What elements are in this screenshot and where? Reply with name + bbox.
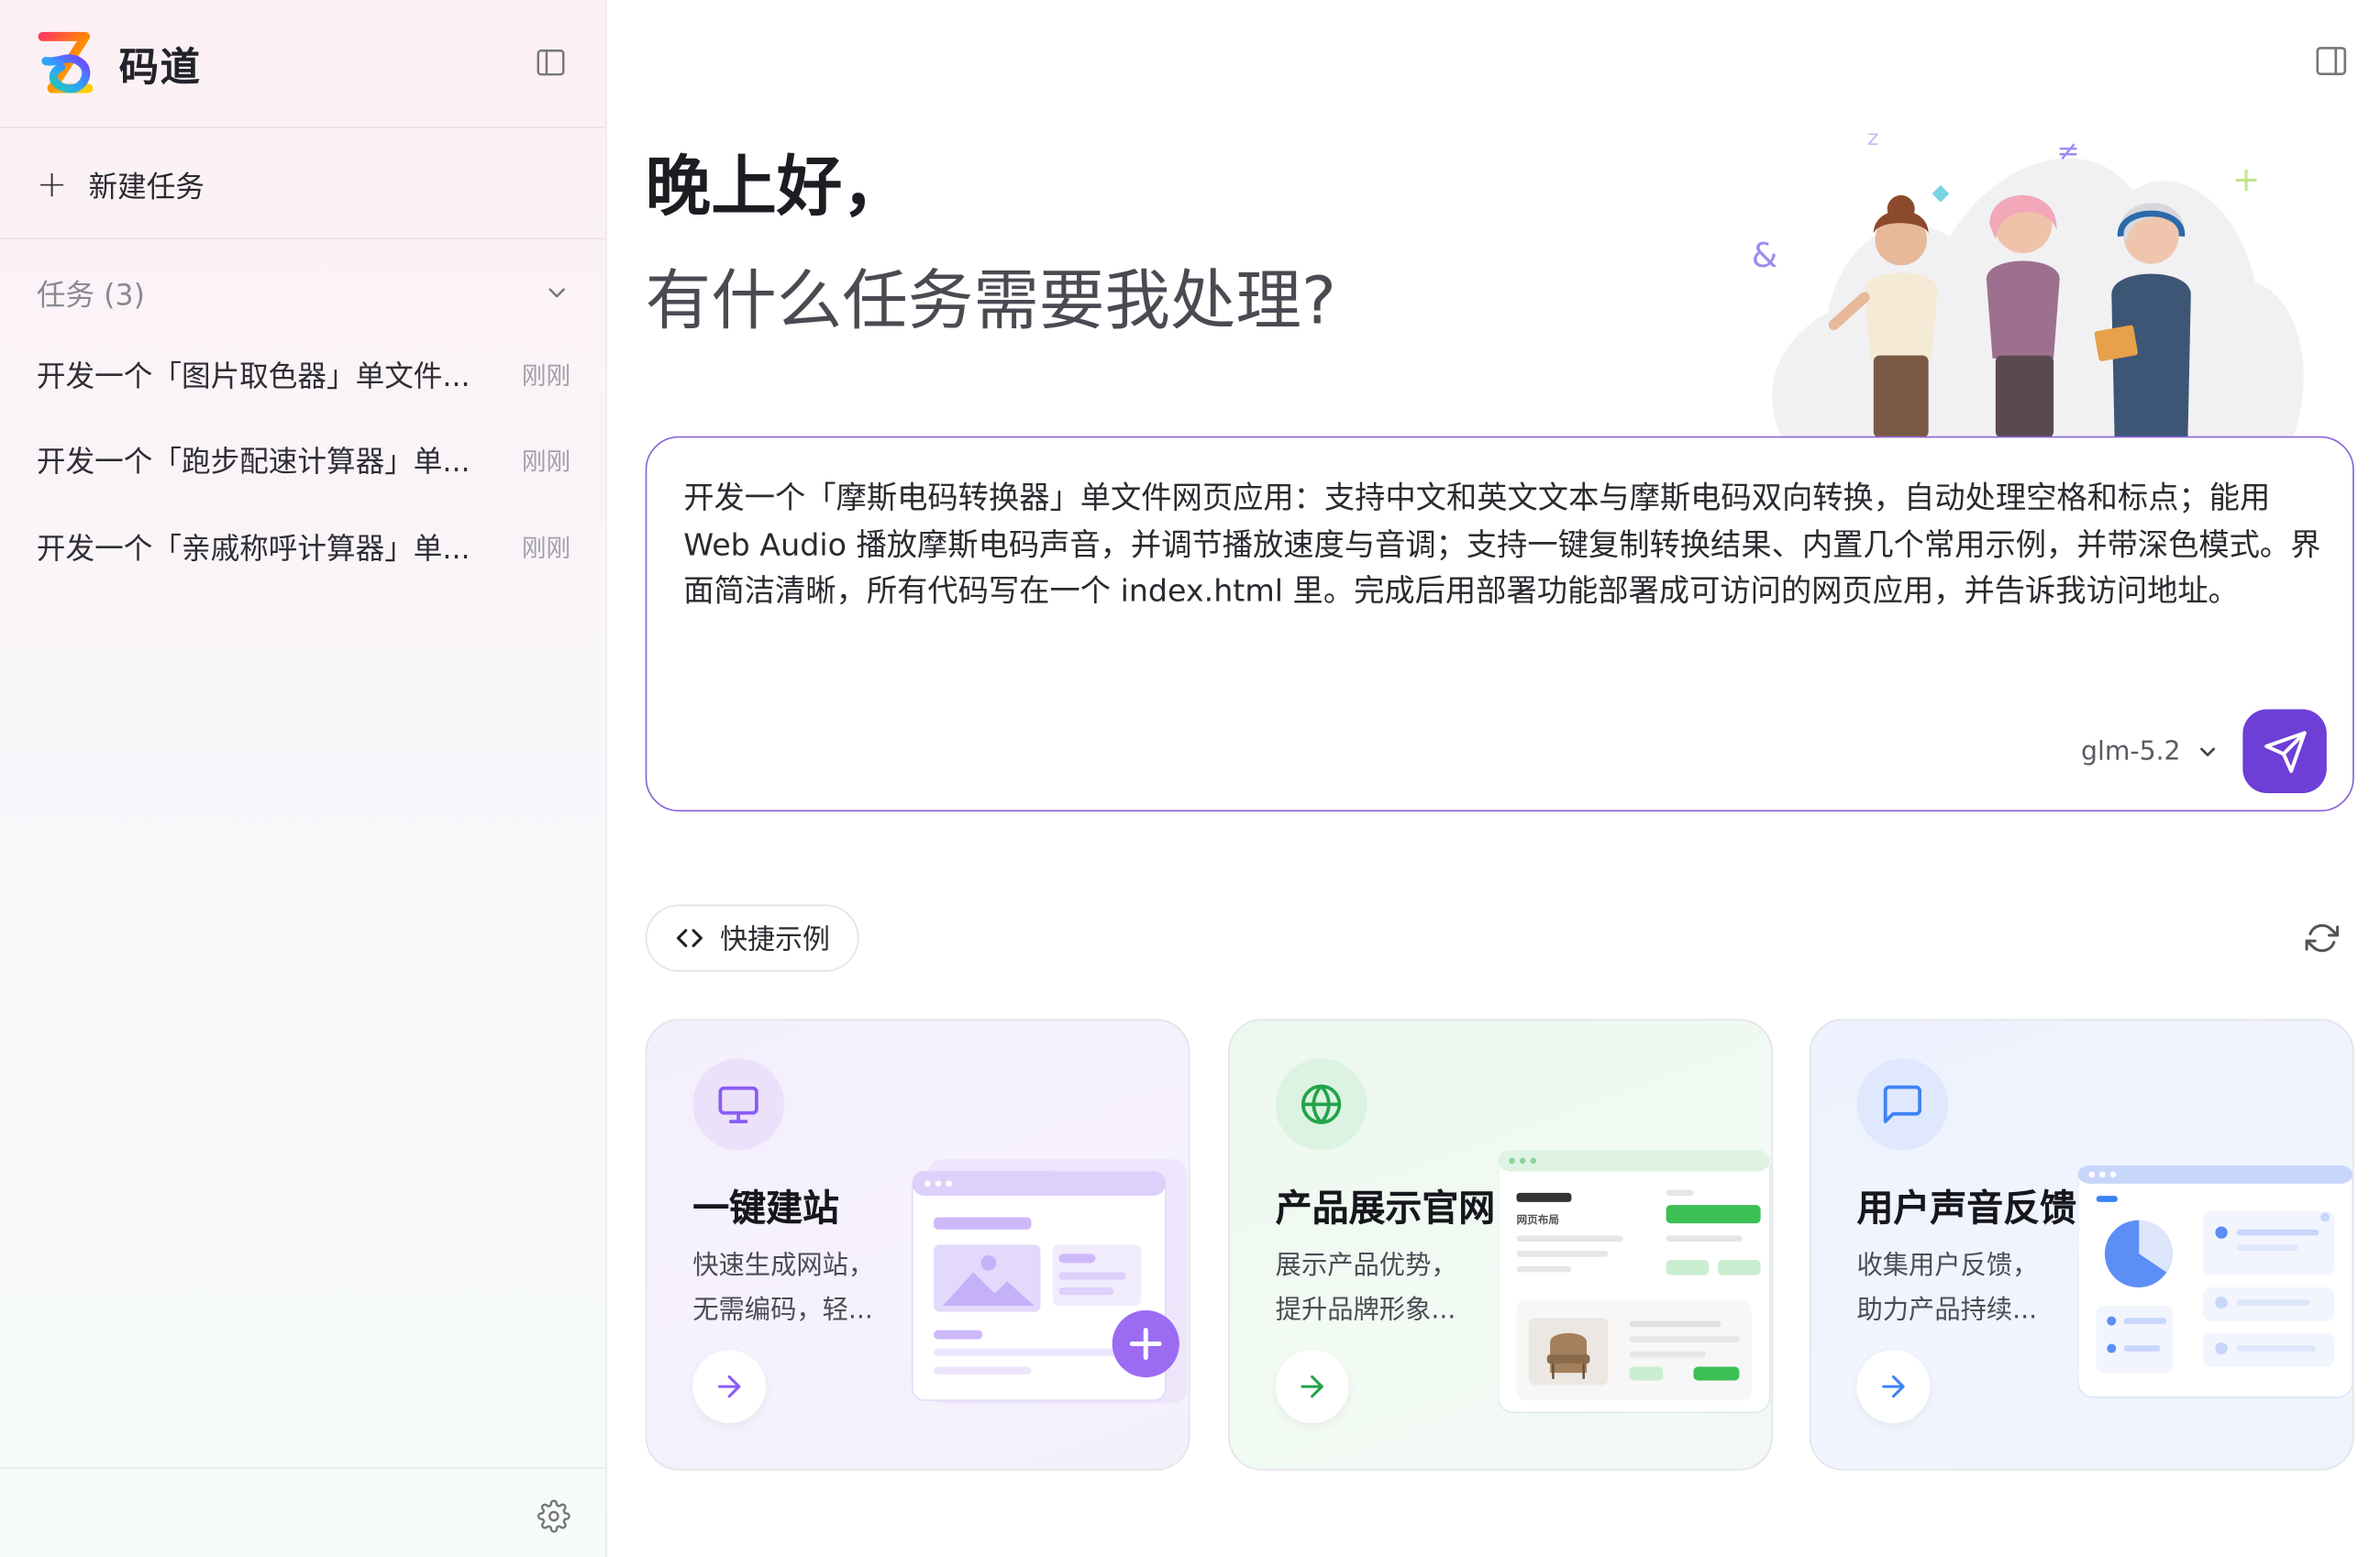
task-title: 开发一个「跑步配速计算器」单...	[36, 444, 470, 479]
card-arrow-button[interactable]	[1275, 1350, 1349, 1424]
new-task-label: 新建任务	[88, 170, 205, 204]
card-description: 展示产品优势，	[1275, 1251, 1457, 1282]
card-description: 收集用户反馈，	[1856, 1251, 2039, 1282]
card-title: 一键建站	[692, 1187, 839, 1230]
svg-text:z: z	[1867, 126, 1878, 150]
card-title: 用户声音反馈	[1856, 1187, 2077, 1230]
card-description: 提升品牌形象...	[1275, 1295, 1456, 1326]
globe-icon	[1301, 1084, 1342, 1124]
example-card-user-feedback[interactable]: 用户声音反馈 收集用户反馈， 助力产品持续...	[1809, 1019, 2354, 1471]
collapse-sidebar-icon[interactable]	[534, 46, 568, 80]
message-square-icon	[1883, 1085, 1921, 1123]
example-card-website[interactable]: 一键建站 快速生成网站， 无需编码，轻...	[645, 1019, 1190, 1471]
toggle-right-panel-icon[interactable]	[2313, 43, 2350, 80]
website-illustration	[911, 1159, 1188, 1404]
send-button[interactable]	[2242, 709, 2327, 794]
task-title: 开发一个「亲戚称呼计算器」单...	[36, 531, 470, 566]
prompt-textarea[interactable]: 开发一个「摩斯电码转换器」单文件网页应用：支持中文和英文文本与摩斯电码双向转换，…	[683, 474, 2323, 613]
task-item[interactable]: 开发一个「亲戚称呼计算器」单... 刚刚	[37, 519, 570, 574]
quick-examples-button[interactable]: 快捷示例	[645, 904, 859, 972]
divider	[0, 1467, 606, 1469]
task-time: 刚刚	[521, 534, 571, 563]
settings-icon[interactable]	[537, 1499, 571, 1533]
icon-container	[1856, 1058, 1949, 1151]
send-icon	[2264, 730, 2306, 773]
icon-container	[692, 1058, 785, 1151]
example-card-product-site[interactable]: 产品展示官网 展示产品优势， 提升品牌形象... 网页布局	[1228, 1019, 1773, 1471]
card-description: 快速生成网站，	[692, 1251, 875, 1282]
brand: 码道	[37, 30, 202, 97]
arrow-right-icon	[1882, 1375, 1905, 1398]
hero-illustration: & z ≠ +	[1752, 126, 2304, 438]
divider	[0, 127, 606, 128]
app-logo-icon	[38, 31, 94, 94]
greeting-subtitle: 有什么任务需要我处理?	[645, 263, 1336, 340]
task-item[interactable]: 开发一个「跑步配速计算器」单... 刚刚	[37, 432, 570, 487]
feedback-illustration	[2077, 1165, 2353, 1398]
card-description: 助力产品持续...	[1856, 1295, 2038, 1326]
greeting-title: 晚上好，	[645, 149, 908, 226]
prompt-input-box[interactable]: 开发一个「摩斯电码转换器」单文件网页应用：支持中文和英文文本与摩斯电码双向转换，…	[645, 436, 2354, 812]
model-selector[interactable]: glm-5.2	[2081, 734, 2220, 770]
new-task-button[interactable]: + 新建任务	[37, 161, 205, 207]
code-icon	[676, 929, 703, 947]
card-arrow-button[interactable]	[1856, 1350, 1931, 1424]
arrow-right-icon	[717, 1375, 741, 1398]
product-site-illustration: 网页布局	[1498, 1150, 1771, 1414]
tasks-header-label: 任务 (3)	[36, 278, 145, 313]
icon-container	[1275, 1058, 1367, 1151]
chevron-down-icon	[548, 288, 565, 298]
sidebar: 码道 + 新建任务 任务 (3) 开发一个「图片取色器」单文件... 刚刚 开发…	[0, 0, 608, 1557]
arrow-right-icon	[1301, 1375, 1323, 1398]
card-description: 无需编码，轻...	[692, 1295, 873, 1326]
svg-text:≠: ≠	[2056, 136, 2079, 168]
svg-text:&: &	[1752, 236, 1778, 275]
illustration-label: 网页布局	[1517, 1213, 1560, 1226]
main-panel: 晚上好， 有什么任务需要我处理? & z ≠ + 开发一个「摩斯电码转换器」单文…	[607, 0, 2380, 1557]
chevron-down-icon	[2200, 747, 2216, 756]
task-title: 开发一个「图片取色器」单文件...	[36, 359, 470, 393]
card-arrow-button[interactable]	[692, 1350, 767, 1424]
task-item[interactable]: 开发一个「图片取色器」单文件... 刚刚	[37, 347, 570, 402]
refresh-icon[interactable]	[2305, 922, 2340, 955]
divider	[0, 237, 606, 240]
task-time: 刚刚	[521, 361, 571, 391]
card-title: 产品展示官网	[1275, 1187, 1496, 1230]
svg-text:+: +	[2232, 160, 2261, 199]
app-name: 码道	[118, 45, 202, 91]
quick-examples-label: 快捷示例	[720, 924, 830, 957]
task-time: 刚刚	[521, 447, 571, 477]
plus-icon: +	[36, 162, 68, 206]
model-name: glm-5.2	[2081, 736, 2181, 767]
monitor-icon	[718, 1086, 758, 1123]
tasks-section-toggle[interactable]: 任务 (3)	[37, 270, 570, 315]
